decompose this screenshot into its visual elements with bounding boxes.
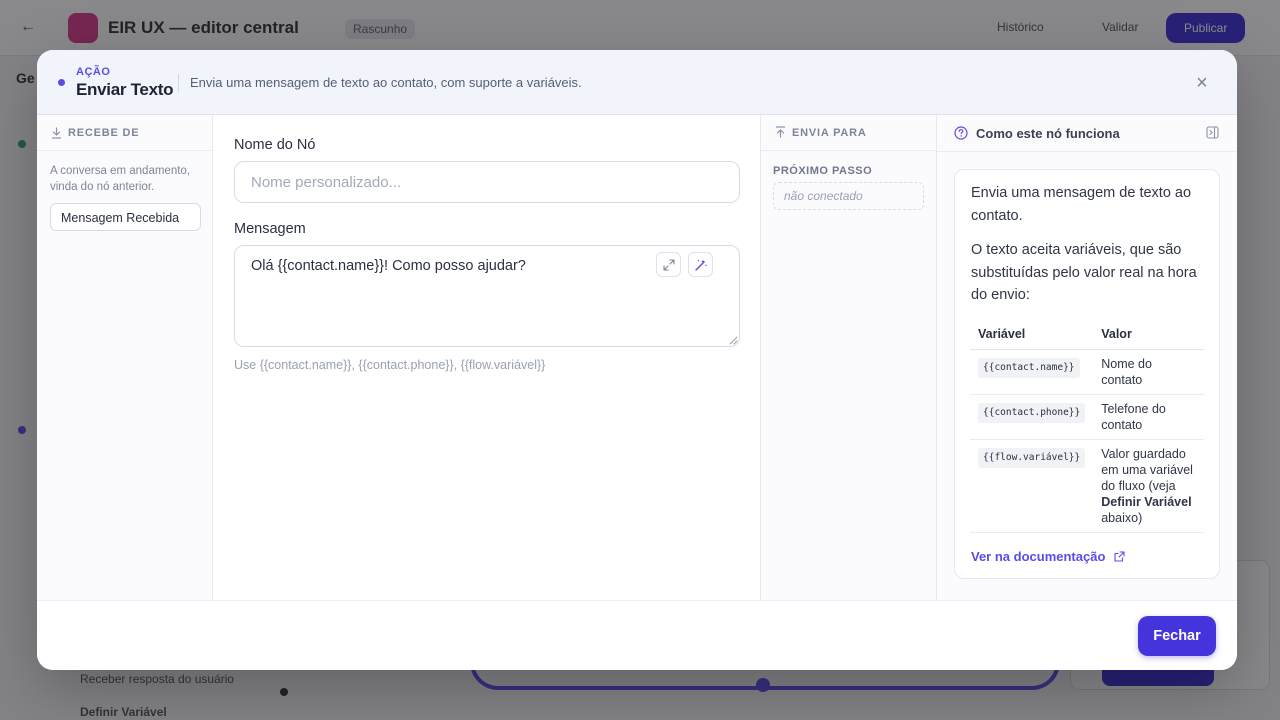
expand-icon (662, 258, 675, 271)
documentation-link[interactable]: Ver na documentação (971, 549, 1125, 564)
help-card: Envia uma mensagem de texto ao contato. … (954, 169, 1220, 579)
magic-wand-icon (694, 259, 707, 271)
outgoing-heading: ENVIA PARA (792, 127, 867, 139)
close-icon[interactable]: × (1190, 72, 1214, 96)
incoming-panel: RECEBE DE A conversa em andamento, vinda… (37, 115, 213, 600)
ai-assist-button[interactable] (688, 252, 713, 277)
node-editor-modal: AÇÃO Enviar Texto Envia uma mensagem de … (37, 50, 1237, 670)
resize-grip-icon[interactable] (729, 336, 738, 345)
help-title: Como este nó funciona (976, 126, 1120, 141)
source-node-pill[interactable]: Mensagem Recebida (50, 203, 201, 231)
node-kind-label: AÇÃO (76, 66, 111, 78)
arrow-up-icon (775, 126, 786, 138)
node-form: Nome do Nó Mensagem Olá {{contact.name}}… (214, 115, 760, 600)
outgoing-panel: ENVIA PARA PRÓXIMO PASSO não conectado (760, 115, 936, 600)
header-divider (178, 74, 179, 92)
arrow-down-icon (51, 127, 62, 139)
external-link-icon (1114, 551, 1125, 562)
variable-value: Valor guardado em uma variável do fluxo … (1093, 439, 1204, 533)
outgoing-panel-header: ENVIA PARA (761, 115, 936, 151)
modal-header: AÇÃO Enviar Texto Envia uma mensagem de … (37, 50, 1237, 115)
expand-editor-button[interactable] (656, 252, 681, 277)
documentation-link-label: Ver na documentação (971, 549, 1106, 564)
table-header-variable: Variável (970, 320, 1094, 350)
variable-value: Nome do contato (1093, 349, 1204, 395)
set-variable-reference: Definir Variável (1101, 495, 1192, 509)
close-button[interactable]: Fechar (1138, 616, 1216, 656)
table-row: {{contact.name}} Nome do contato (970, 349, 1204, 395)
table-header-value: Valor (1093, 320, 1204, 350)
collapse-panel-icon[interactable] (1206, 126, 1219, 139)
next-step-slot[interactable]: não conectado (773, 182, 924, 210)
table-row: {{contact.phone}} Telefone do contato (970, 394, 1204, 440)
variable-code: {{contact.name}} (978, 358, 1080, 378)
modal-description: Envia uma mensagem de texto ao contato, … (190, 75, 582, 90)
variables-table: Variável Valor {{contact.name}} Nome do … (970, 320, 1204, 533)
variables-hint: Use {{contact.name}}, {{contact.phone}},… (234, 358, 546, 372)
variable-value: Telefone do contato (1093, 394, 1204, 440)
variable-code: {{contact.phone}} (978, 403, 1086, 423)
incoming-description: A conversa em andamento, vinda do nó ant… (50, 165, 190, 193)
message-label: Mensagem (234, 221, 306, 237)
help-circle-icon (954, 126, 968, 140)
incoming-heading: RECEBE DE (68, 127, 140, 139)
variable-code: {{flow.variável}} (978, 448, 1086, 468)
help-panel-header: Como este nó funciona (937, 115, 1237, 152)
help-paragraph-1: Envia uma mensagem de texto ao contato. (971, 185, 1192, 224)
modal-title: Enviar Texto (76, 80, 174, 99)
node-name-label: Nome do Nó (234, 137, 316, 153)
node-type-dot (58, 79, 65, 86)
modal-footer: Fechar (37, 600, 1237, 670)
help-paragraph-2: O texto aceita variáveis, que são substi… (971, 242, 1197, 303)
help-panel: Como este nó funciona Envia uma mensagem… (936, 115, 1237, 600)
variable-value-suffix: abaixo) (1101, 511, 1143, 525)
incoming-panel-header: RECEBE DE (37, 115, 212, 151)
next-step-label: PRÓXIMO PASSO (773, 165, 873, 177)
table-row: {{flow.variável}} Valor guardado em uma … (970, 439, 1204, 533)
node-name-input[interactable] (234, 161, 740, 203)
variable-value-text: Valor guardado em uma variável do fluxo … (1101, 447, 1193, 493)
